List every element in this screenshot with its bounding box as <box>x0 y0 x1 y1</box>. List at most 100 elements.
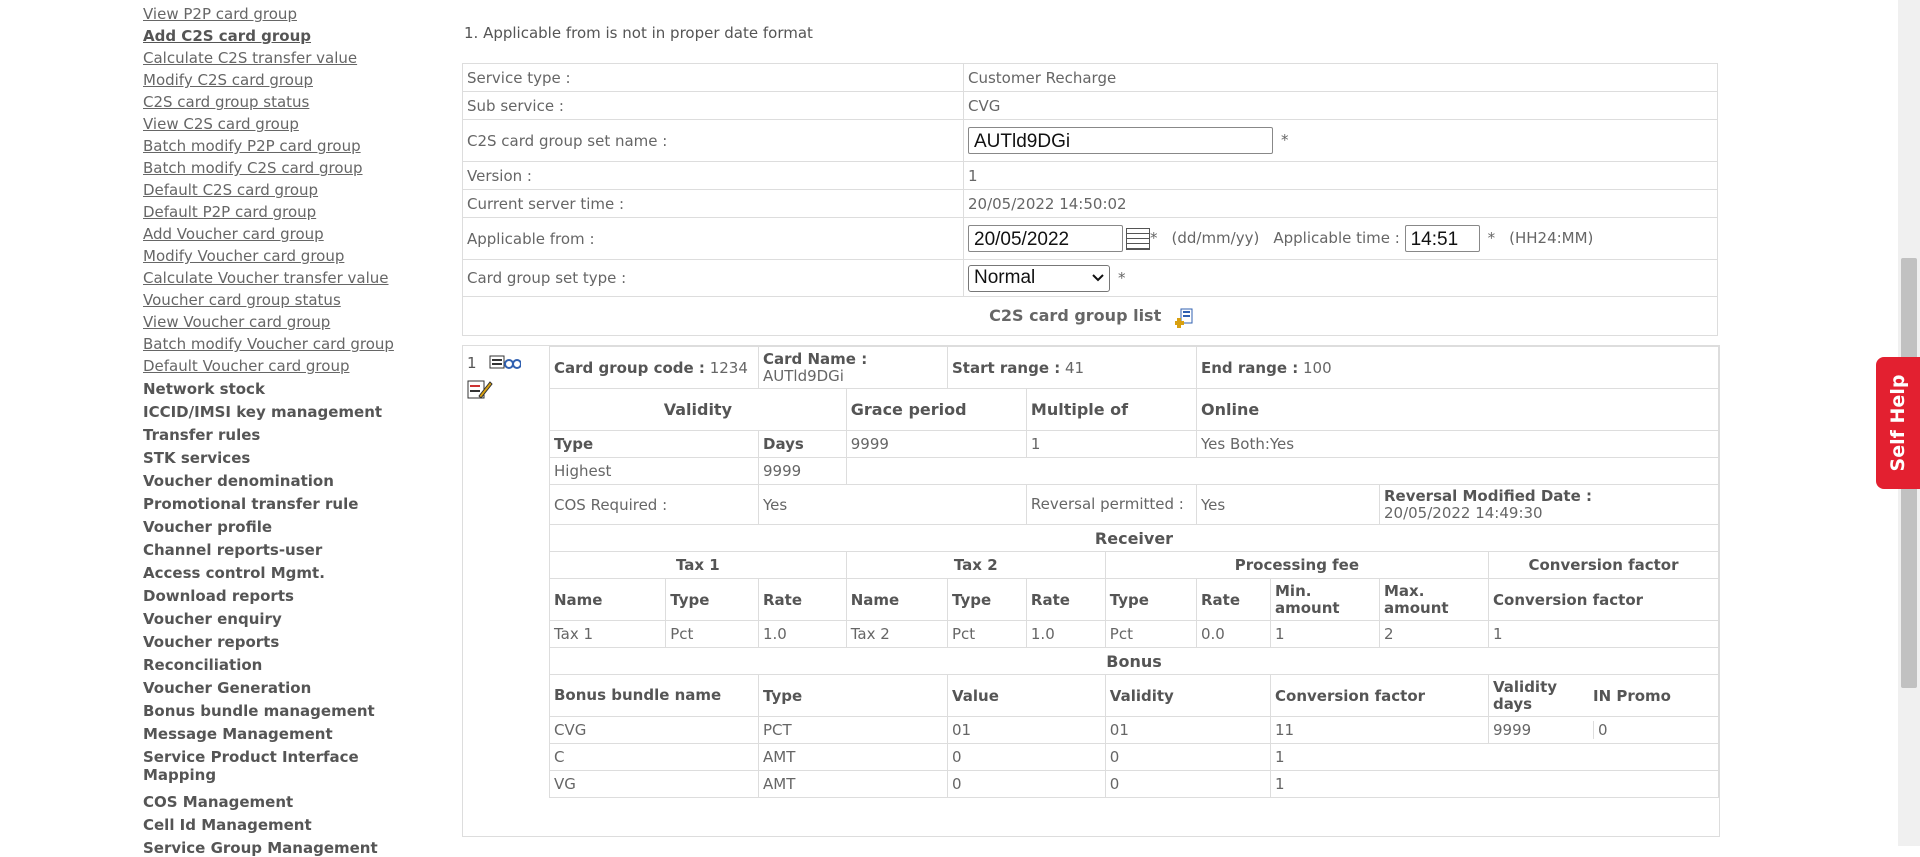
receiver-cell: Pct <box>1104 620 1198 648</box>
sidebar-section-iccid-imsi[interactable]: ICCID/IMSI key management <box>143 403 382 421</box>
fee-rate-col: Rate <box>1196 578 1271 621</box>
reversal-permitted-value: Yes <box>1196 484 1380 525</box>
sidebar-link-batch-modify-voucher-card-group[interactable]: Batch modify Voucher card group <box>143 335 394 353</box>
sidebar-link-batch-modify-c2s-card-group[interactable]: Batch modify C2S card group <box>143 159 363 177</box>
self-help-button[interactable]: Self Help <box>1876 357 1920 489</box>
required-mark: * <box>1487 229 1496 247</box>
required-mark: * <box>1150 229 1158 247</box>
processing-fee-header: Processing fee <box>1104 551 1490 579</box>
set-type-cell: Normal * <box>963 259 1718 297</box>
cos-required-value: Yes <box>758 484 1027 525</box>
bonus-cell: AMT <box>758 770 948 798</box>
sidebar-link-voucher-card-group-status[interactable]: Voucher card group status <box>143 291 341 309</box>
edit-icon[interactable] <box>467 378 493 400</box>
online-value: Yes Both:Yes <box>1196 430 1719 458</box>
bonus-cell: C <box>549 743 759 771</box>
fee-max-amount-col: Max. amount <box>1379 578 1489 621</box>
tax2-rate-col: Rate <box>1025 578 1106 621</box>
bonus-cell: VG <box>549 770 759 798</box>
card-group-details-table: Card group code : 1234 Card Name : AUTld9… <box>548 346 1720 798</box>
time-format-hint: (HH24:MM) <box>1509 229 1594 247</box>
applicable-from-cell: 20/05/2022 * (dd/mm/yy) Applicable time : 1… <box>963 217 1718 260</box>
sidebar-section-channel-reports-user[interactable]: Channel reports-user <box>143 541 322 559</box>
sub-service-value: CVG <box>963 91 1718 120</box>
tax2-type-col: Type <box>947 578 1027 621</box>
sidebar-section-service-product-interface[interactable]: Service Product Interface Mapping <box>143 748 363 784</box>
sidebar-section-service-group-management[interactable]: Service Group Management <box>143 839 378 857</box>
sidebar-section-voucher-profile[interactable]: Voucher profile <box>143 518 272 536</box>
sidebar-section-voucher-denomination[interactable]: Voucher denomination <box>143 472 334 490</box>
reversal-date-label: Reversal Modified Date : <box>1384 486 1592 505</box>
receiver-cell: 1.0 <box>1025 620 1106 648</box>
sidebar-link-view-c2s-card-group[interactable]: View C2S card group <box>143 115 299 133</box>
sidebar-section-bonus-bundle[interactable]: Bonus bundle management <box>143 702 375 720</box>
set-type-select[interactable]: Normal <box>968 264 1110 292</box>
sidebar-link-modify-voucher-card-group[interactable]: Modify Voucher card group <box>143 247 344 265</box>
sidebar-section-message-management[interactable]: Message Management <box>143 725 333 743</box>
validity-header: Validity <box>549 388 847 431</box>
bonus-col-conversion-factor: Conversion factor <box>1270 674 1489 717</box>
validity-type-header: Type <box>549 430 759 458</box>
receiver-cell: Tax 1 <box>548 620 667 648</box>
version-label: Version : <box>462 161 964 190</box>
sidebar-link-add-voucher-card-group[interactable]: Add Voucher card group <box>143 225 324 243</box>
sidebar-section-cell-id-management[interactable]: Cell Id Management <box>143 816 312 834</box>
bonus-col-right: Validity days IN Promo <box>1488 674 1719 717</box>
receiver-cell: Tax 2 <box>845 620 949 648</box>
sidebar-link-default-p2p-card-group[interactable]: Default P2P card group <box>143 203 316 221</box>
sidebar-link-calculate-c2s-transfer-value[interactable]: Calculate C2S transfer value <box>143 49 357 67</box>
end-range-label: End range : <box>1201 358 1299 377</box>
sidebar-section-voucher-generation[interactable]: Voucher Generation <box>143 679 311 697</box>
set-name-input[interactable]: AUTld9DGi <box>968 127 1273 154</box>
sidebar-link-view-voucher-card-group[interactable]: View Voucher card group <box>143 313 330 331</box>
reversal-date-value: 20/05/2022 14:49:30 <box>1384 503 1543 522</box>
card-name-value: AUTld9DGi <box>763 366 844 385</box>
view-details-icon[interactable] <box>489 354 523 374</box>
bonus-cell: CVG <box>549 716 759 744</box>
sidebar-section-voucher-enquiry[interactable]: Voucher enquiry <box>143 610 282 628</box>
card-name-label: Card Name : <box>763 349 868 368</box>
sidebar-section-promotional-transfer-rule[interactable]: Promotional transfer rule <box>143 495 358 513</box>
receiver-cell: Pct <box>947 620 1027 648</box>
sidebar-section-download-reports[interactable]: Download reports <box>143 587 294 605</box>
tax1-name-col: Name <box>548 578 667 621</box>
sidebar-link-default-c2s-card-group[interactable]: Default C2S card group <box>143 181 318 199</box>
bonus-cell: PCT <box>758 716 948 744</box>
card-group-code-value: 1234 <box>709 358 748 377</box>
grace-period-value: 9999 <box>845 430 1027 458</box>
sidebar-link-modify-c2s-card-group[interactable]: Modify C2S card group <box>143 71 313 89</box>
add-card-group-icon[interactable] <box>1173 308 1193 328</box>
applicable-from-input[interactable]: 20/05/2022 <box>968 225 1123 252</box>
card-group-form: Service type : Customer Recharge Sub ser… <box>462 63 1718 336</box>
receiver-cell: 2 <box>1379 620 1489 648</box>
sidebar-section-access-control[interactable]: Access control Mgmt. <box>143 564 325 582</box>
card-group-index-cell: 1 <box>467 354 523 404</box>
sidebar-link-calculate-voucher-transfer-value[interactable]: Calculate Voucher transfer value <box>143 269 389 287</box>
sidebar-link-default-voucher-card-group[interactable]: Default Voucher card group <box>143 357 349 375</box>
bonus-header: Bonus <box>549 647 1719 675</box>
sidebar-section-network-stock[interactable]: Network stock <box>143 380 265 398</box>
bonus-col-validity-days: Validity days <box>1493 677 1558 713</box>
required-mark: * <box>1118 268 1126 287</box>
bonus-cell: 0 <box>1104 770 1272 798</box>
sidebar-section-reconciliation[interactable]: Reconciliation <box>143 656 262 674</box>
sidebar-link-batch-modify-p2p-card-group[interactable]: Batch modify P2P card group <box>143 137 361 155</box>
applicable-time-input[interactable]: 14:51 <box>1404 225 1480 252</box>
sidebar-section-voucher-reports[interactable]: Voucher reports <box>143 633 279 651</box>
card-group-code-label: Card group code : <box>554 358 705 377</box>
required-mark: * <box>1281 131 1289 149</box>
bonus-col-validity: Validity <box>1104 674 1272 717</box>
sidebar-link-c2s-card-group-status[interactable]: C2S card group status <box>143 93 309 111</box>
card-group-entry: 1 Card group code : 1234 Card Name : AUTl… <box>462 345 1720 837</box>
sidebar-section-stk-services[interactable]: STK services <box>143 449 250 467</box>
sidebar-section-transfer-rules[interactable]: Transfer rules <box>143 426 260 444</box>
sidebar-link-add-c2s-card-group[interactable]: Add C2S card group <box>143 27 311 45</box>
bonus-col-in-promo: IN Promo <box>1593 686 1671 705</box>
calendar-icon[interactable] <box>1126 227 1150 250</box>
grace-period-header: Grace period <box>845 388 1027 431</box>
server-time-value: 20/05/2022 14:50:02 <box>963 189 1718 218</box>
version-value: 1 <box>963 161 1718 190</box>
sidebar-link-view-p2p-card-group[interactable]: View P2P card group <box>143 5 297 23</box>
sidebar-section-cos-management[interactable]: COS Management <box>143 793 293 811</box>
card-group-index: 1 <box>467 354 477 372</box>
